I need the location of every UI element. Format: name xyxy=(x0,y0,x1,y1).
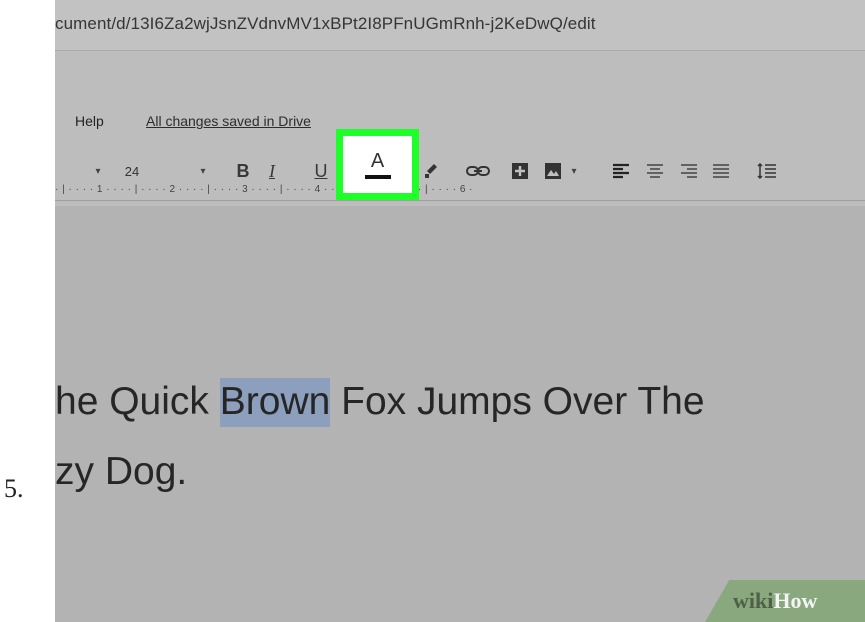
url-text: cument/d/13I6Za2wjJsnZVdnvMV1xBPt2I8PFnU… xyxy=(55,14,596,33)
address-bar[interactable]: cument/d/13I6Za2wjJsnZVdnvMV1xBPt2I8PFnU… xyxy=(55,0,865,51)
text-color-button[interactable]: A xyxy=(343,136,412,193)
text-color-highlight: A xyxy=(336,129,419,200)
text-color-swatch xyxy=(364,174,391,179)
save-status-link[interactable]: All changes saved in Drive xyxy=(146,113,311,129)
wikihow-logo: wikiHow xyxy=(733,588,817,614)
ruler[interactable]: · | · · · · 1 · · · · | · · · · 2 · · · … xyxy=(55,184,865,198)
ruler-divider xyxy=(55,200,865,201)
document-line-2[interactable]: zy Dog. xyxy=(55,450,187,494)
text-after-selection: Fox Jumps Over The xyxy=(330,380,705,423)
selected-text[interactable]: Brown xyxy=(219,378,331,427)
google-docs-screenshot: cument/d/13I6Za2wjJsnZVdnvMV1xBPt2I8PFnU… xyxy=(55,0,865,622)
step-number: 5. xyxy=(4,474,24,503)
document-line-1[interactable]: he Quick Brown Fox Jumps Over The xyxy=(55,378,705,427)
menu-help[interactable]: Help xyxy=(75,113,104,129)
logo-wiki: wiki xyxy=(733,588,774,613)
text-before-selection: he Quick xyxy=(55,380,220,423)
logo-how: How xyxy=(773,588,818,613)
text-color-icon: A xyxy=(370,149,385,172)
